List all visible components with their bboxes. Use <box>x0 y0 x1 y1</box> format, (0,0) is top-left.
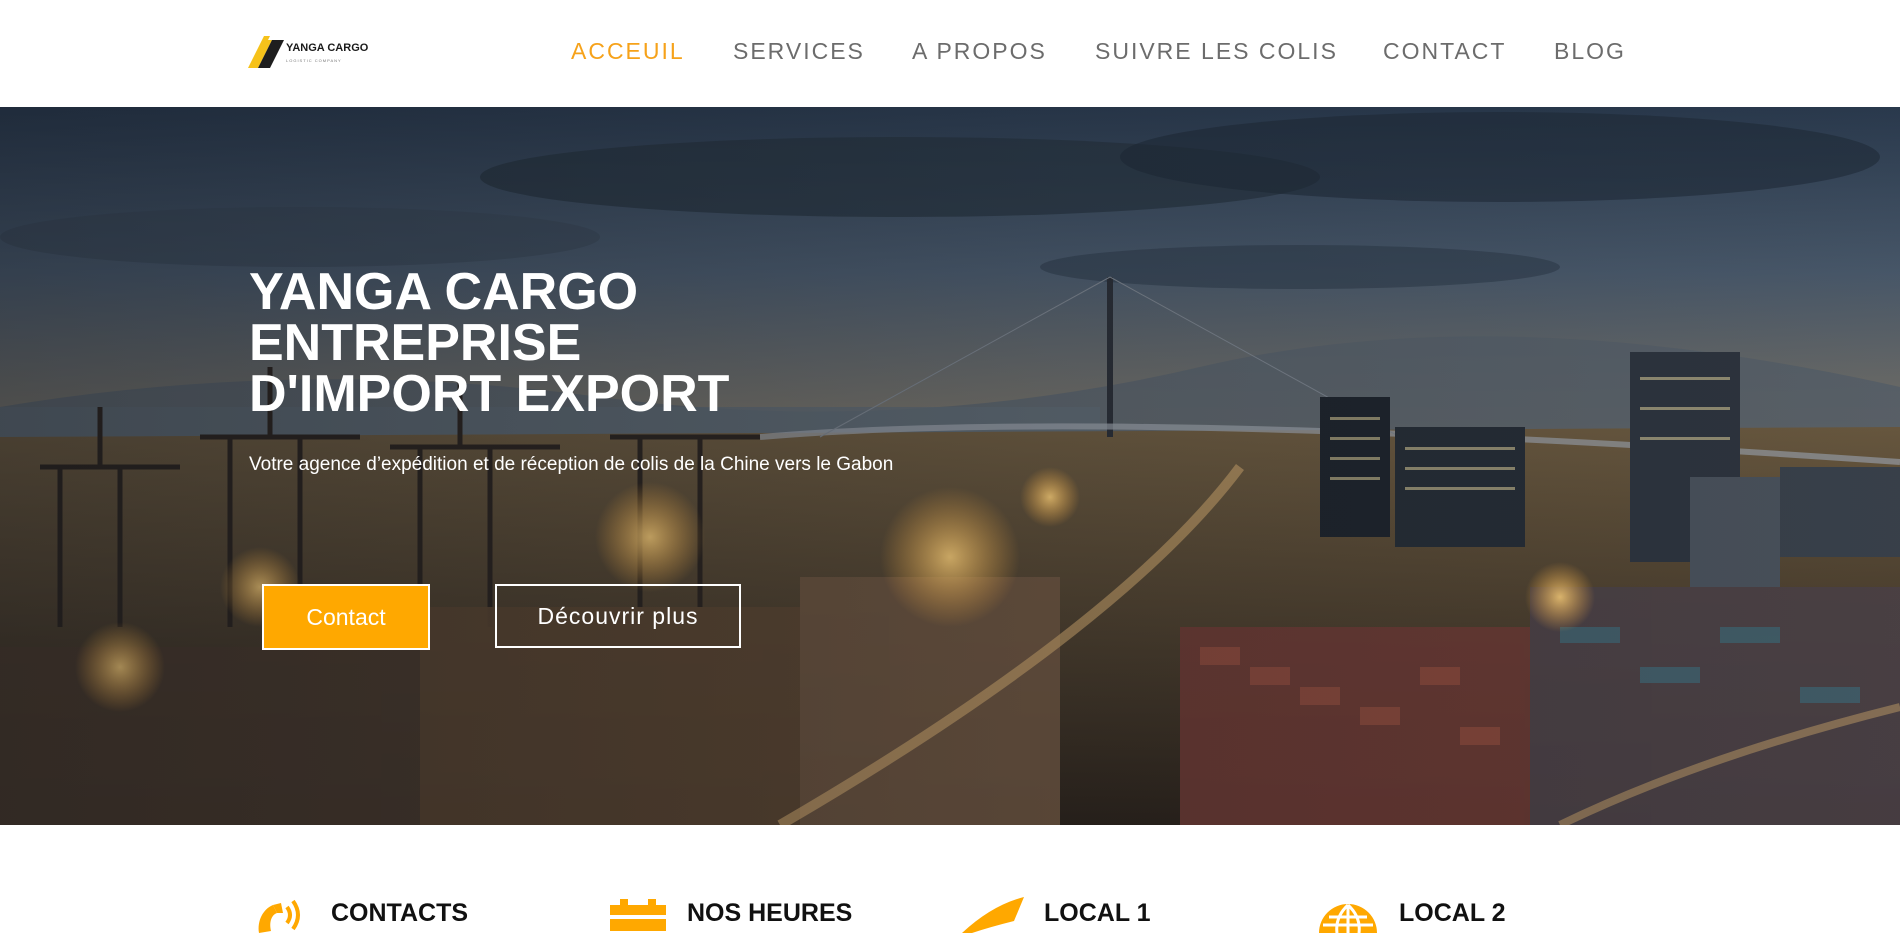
hero-subtitle: Votre agence d’expédition et de réceptio… <box>249 454 894 475</box>
info-strip: CONTACTS NOS HEURES LOCAL 1 LOCAL 2 <box>0 825 1900 933</box>
hero-title-line: ENTREPRISE <box>249 314 582 372</box>
info-label: NOS HEURES <box>687 899 853 927</box>
info-label: LOCAL 1 <box>1044 899 1151 927</box>
hero-title: YANGA CARGO ENTREPRISE D'IMPORT EXPORT <box>249 263 949 423</box>
globe-icon <box>1319 903 1377 933</box>
nav-item-suivre-les-colis[interactable]: SUIVRE LES COLIS <box>1095 38 1338 65</box>
nav-item-accueil[interactable]: ACCEUIL <box>571 38 685 65</box>
nav-item-blog[interactable]: BLOG <box>1554 38 1626 65</box>
location-marker-icon <box>962 897 1024 933</box>
site-header: YANGA CARGO LOGISTIC COMPANY ACCEUIL SER… <box>0 0 1900 107</box>
phone-signal-icon <box>258 899 300 933</box>
discover-more-button[interactable]: Découvrir plus <box>495 584 741 648</box>
main-nav: ACCEUIL SERVICES A PROPOS SUIVRE LES COL… <box>0 38 1900 68</box>
nav-item-a-propos[interactable]: A PROPOS <box>912 38 1047 65</box>
hero-title-line: YANGA CARGO <box>249 263 639 321</box>
nav-item-contact[interactable]: CONTACT <box>1383 38 1506 65</box>
hero-title-line: D'IMPORT EXPORT <box>249 365 730 423</box>
nav-item-services[interactable]: SERVICES <box>733 38 865 65</box>
calendar-icon <box>610 899 666 931</box>
info-label: CONTACTS <box>331 899 469 927</box>
hero-section: YANGA CARGO ENTREPRISE D'IMPORT EXPORT V… <box>0 107 1900 825</box>
info-label: LOCAL 2 <box>1399 899 1506 927</box>
contact-button[interactable]: Contact <box>262 584 430 650</box>
